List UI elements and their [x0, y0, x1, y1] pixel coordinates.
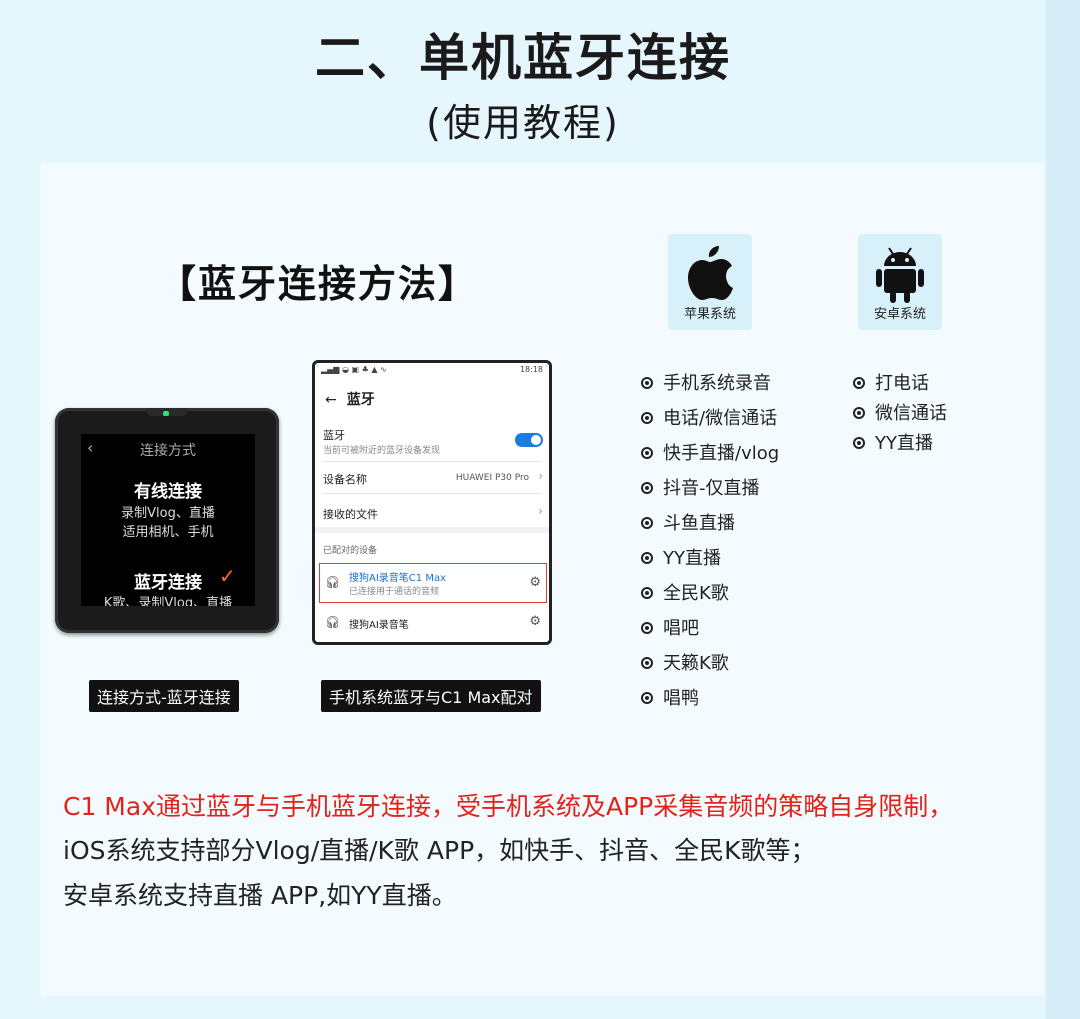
paired-device-ai-recorder[interactable]: 搜狗AI录音笔	[341, 616, 521, 631]
list-item: 斗鱼直播	[641, 513, 779, 548]
gear-icon[interactable]: ⚙	[529, 575, 541, 590]
bullet-icon	[853, 377, 865, 389]
device-screen: ‹ 连接方式 有线连接 录制Vlog、直播 适用相机、手机 蓝牙连接 ✓ K歌、…	[81, 434, 255, 606]
bluetooth-toggle[interactable]	[515, 433, 543, 447]
bullet-icon	[853, 437, 865, 449]
bullet-icon	[853, 407, 865, 419]
note-line-1: C1 Max通过蓝牙与手机蓝牙连接，受手机系统及APP采集音频的策略自身限制，	[63, 792, 954, 821]
right-edge-strip	[1046, 0, 1080, 1019]
device-led	[163, 411, 169, 416]
ios-label: 苹果系统	[683, 307, 736, 322]
list-item: 唱吧	[641, 618, 779, 653]
android-app-list: 打电话 微信通话 YY直播	[853, 373, 947, 463]
option-bluetooth-desc: K歌、录制Vlog、直播	[103, 596, 233, 606]
signal-icon: ▂▄▆ ◒ ▣ ♣ ▲ ∿	[321, 365, 387, 374]
list-item: 手机系统录音	[641, 373, 779, 408]
section-gap	[315, 527, 549, 533]
paired-device-c1-max[interactable]: 搜狗AI录音笔C1 Max 已连接用于通话的音频	[341, 569, 521, 597]
method-title: 【蓝牙连接方法】	[158, 262, 479, 306]
gear-icon[interactable]: ⚙	[529, 614, 541, 629]
ios-badge: 苹果系统	[668, 234, 752, 330]
option-wired[interactable]: 有线连接	[81, 477, 255, 502]
android-badge: 安卓系统	[858, 234, 942, 330]
bullet-icon	[641, 517, 653, 529]
list-item: 抖音-仅直播	[641, 478, 779, 513]
android-label: 安卓系统	[873, 307, 926, 322]
divider	[323, 461, 541, 462]
list-item: 唱鸭	[641, 688, 779, 723]
phone-header: ← 蓝牙	[325, 392, 375, 408]
device-screen-header: 连接方式	[140, 443, 196, 459]
list-item: 快手直播/vlog	[641, 443, 779, 478]
check-icon: ✓	[219, 564, 236, 588]
device-caption: 连接方式-蓝牙连接	[89, 680, 239, 712]
page-title: 二、单机蓝牙连接	[315, 29, 731, 87]
received-files-row[interactable]: 接收的文件	[315, 506, 549, 522]
back-arrow-icon[interactable]: ←	[325, 392, 337, 408]
bullet-icon	[641, 482, 653, 494]
phone-caption: 手机系统蓝牙与C1 Max配对	[321, 680, 541, 712]
option-wired-desc-1: 录制Vlog、直播	[121, 506, 215, 521]
phone-screenshot: ▂▄▆ ◒ ▣ ♣ ▲ ∿ 18:18 ← 蓝牙 蓝牙 当前可被附近的蓝牙设备发现…	[312, 360, 552, 645]
list-item: 微信通话	[853, 403, 947, 433]
phone-status-bar: ▂▄▆ ◒ ▣ ♣ ▲ ∿ 18:18	[315, 363, 549, 377]
chevron-right-icon: ›	[538, 469, 543, 483]
list-item: 打电话	[853, 373, 947, 403]
headset-icon: 🎧︎	[325, 575, 341, 589]
bullet-icon	[641, 377, 653, 389]
list-item: 电话/微信通话	[641, 408, 779, 443]
device-name-value: HUAWEI P30 Pro	[455, 473, 529, 483]
bullet-icon	[641, 552, 653, 564]
divider	[323, 493, 541, 494]
apple-icon	[688, 246, 733, 300]
ios-app-list: 手机系统录音 电话/微信通话 快手直播/vlog 抖音-仅直播 斗鱼直播 YY直…	[641, 373, 779, 723]
note-line-3: 安卓系统支持直播 APP,如YY直播。	[63, 881, 457, 910]
android-icon	[876, 247, 924, 303]
bullet-icon	[641, 657, 653, 669]
list-item: YY直播	[853, 433, 947, 463]
bullet-icon	[641, 622, 653, 634]
list-item: 天籁K歌	[641, 653, 779, 688]
bluetooth-row: 蓝牙 当前可被附近的蓝牙设备发现	[323, 429, 441, 456]
bullet-icon	[641, 412, 653, 424]
bullet-icon	[641, 587, 653, 599]
page-subtitle: (使用教程)	[426, 101, 620, 145]
bullet-icon	[641, 447, 653, 459]
phone-clock: 18:18	[519, 365, 543, 374]
bullet-icon	[641, 692, 653, 704]
recorder-device: ‹ 连接方式 有线连接 录制Vlog、直播 适用相机、手机 蓝牙连接 ✓ K歌、…	[55, 408, 279, 633]
note-line-2: iOS系统支持部分Vlog/直播/K歌 APP，如快手、抖音、全民K歌等；	[63, 836, 816, 865]
paired-devices-label: 已配对的设备	[323, 546, 378, 556]
headset-icon: 🎧︎	[325, 615, 341, 629]
chevron-right-icon: ›	[538, 504, 543, 518]
list-item: YY直播	[641, 548, 779, 583]
list-item: 全民K歌	[641, 583, 779, 618]
option-wired-desc-2: 适用相机、手机	[122, 525, 214, 540]
